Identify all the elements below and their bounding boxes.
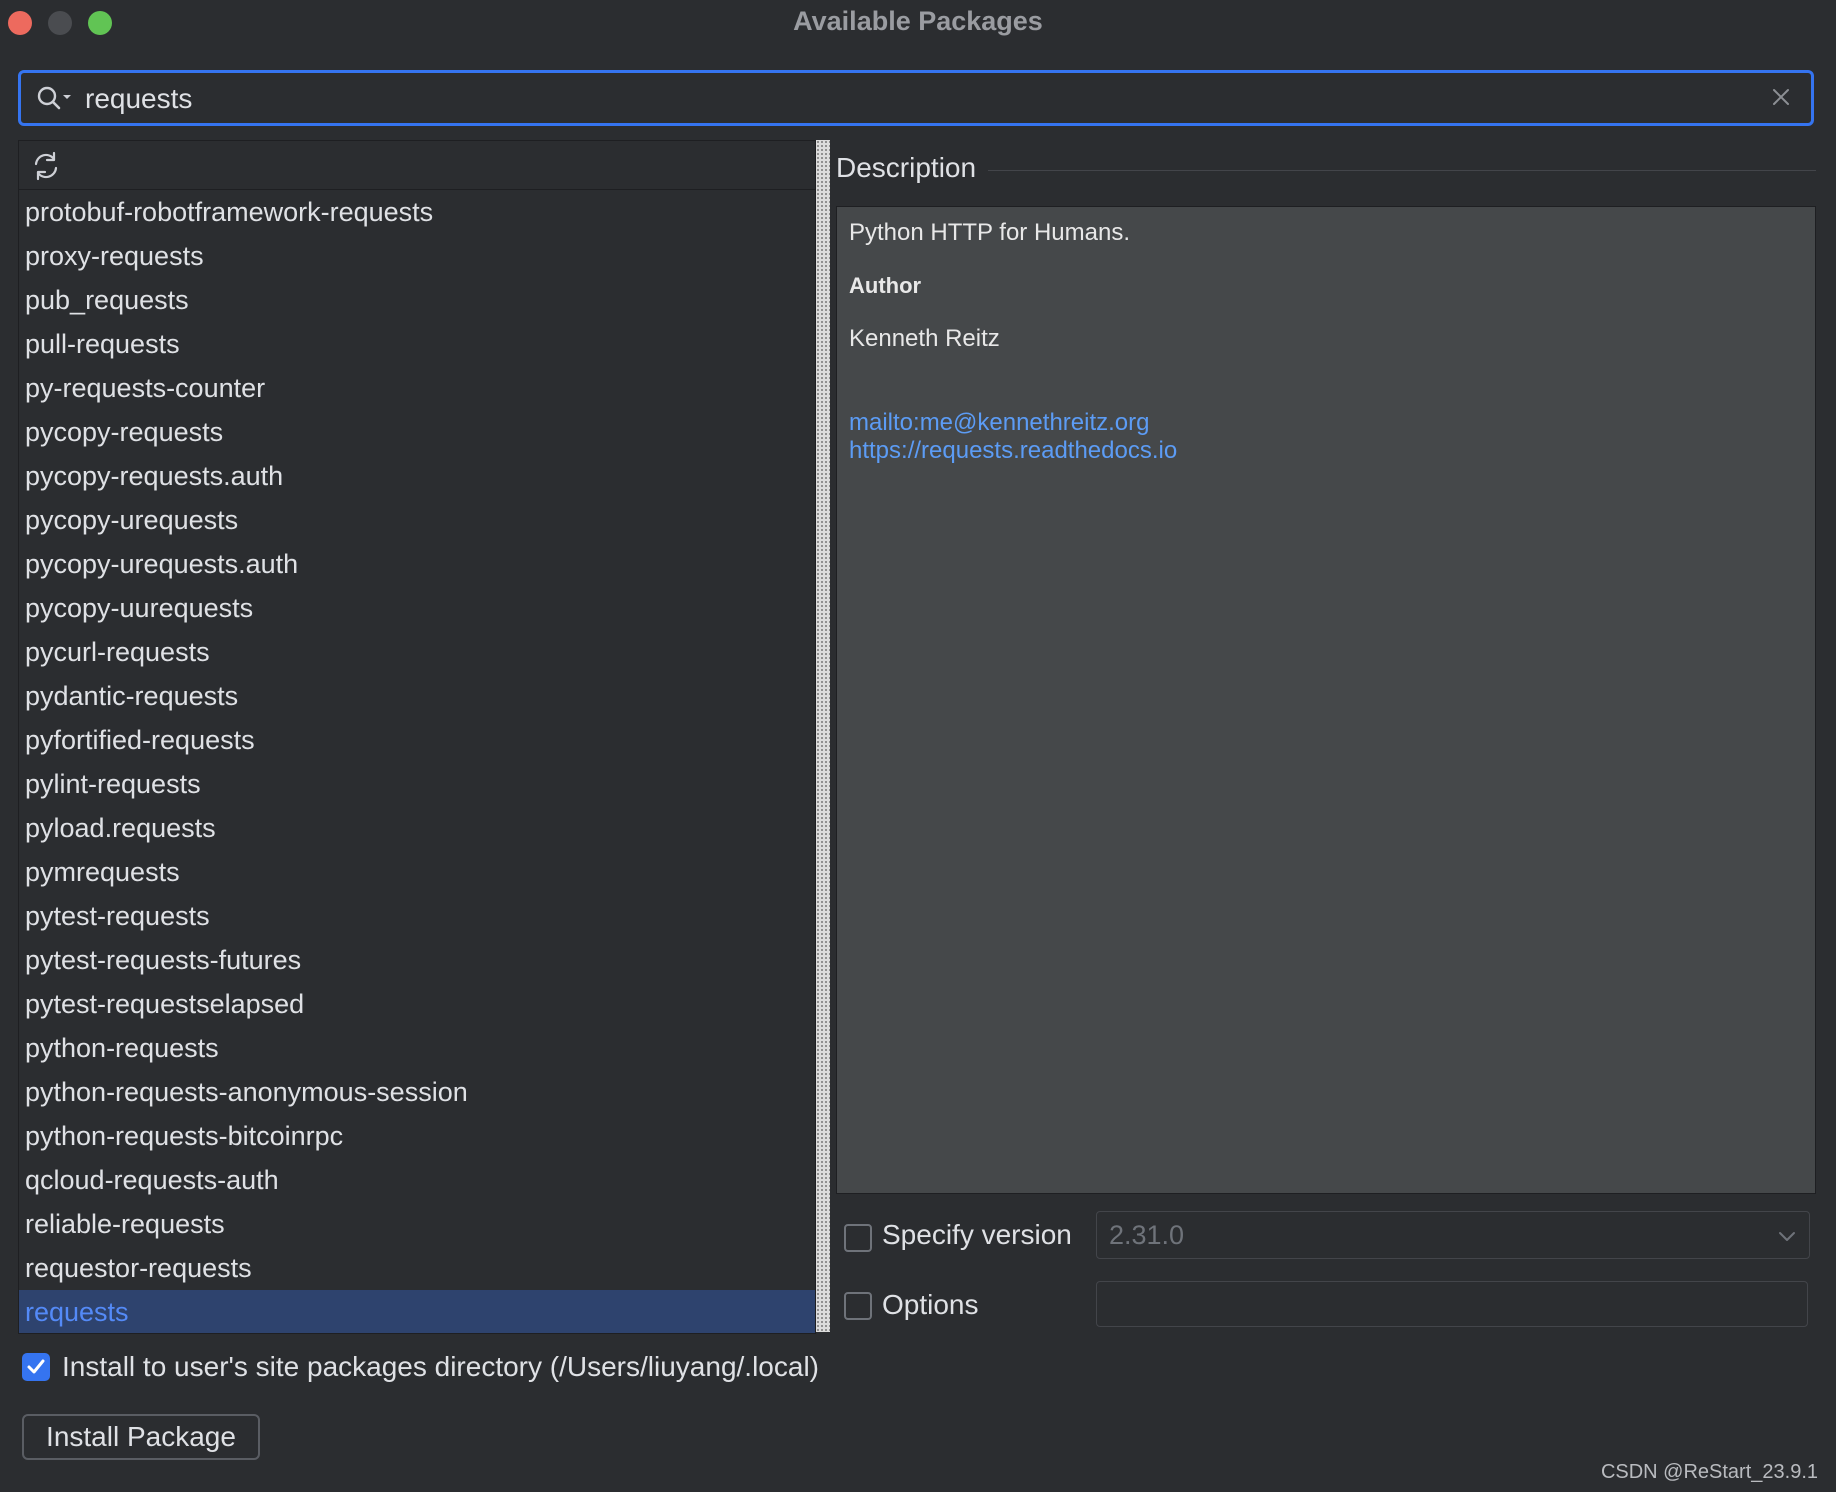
available-packages-dialog: Available Packages requests protobuf-rob… xyxy=(0,0,1836,1492)
search-field[interactable] xyxy=(18,70,1814,126)
site-packages-label: Install to user's site packages director… xyxy=(62,1351,819,1382)
description-panel: Python HTTP for Humans. Author Kenneth R… xyxy=(836,206,1816,1194)
site-packages-checkbox[interactable] xyxy=(22,1353,50,1381)
package-list-item[interactable]: pytest-requests-futures xyxy=(19,938,815,982)
author-email-link[interactable]: mailto:me@kennethreitz.org xyxy=(849,409,1150,437)
window-title: Available Packages xyxy=(793,6,1043,36)
search-input[interactable] xyxy=(83,78,1737,120)
package-list-item[interactable]: pytest-requests xyxy=(19,894,815,938)
package-list-item[interactable]: requests xyxy=(19,1290,815,1333)
package-list-item[interactable]: pub_requests xyxy=(19,278,815,322)
package-list-item[interactable]: reliable-requests xyxy=(19,1202,815,1246)
panel-splitter[interactable] xyxy=(816,140,830,1332)
package-list-item[interactable]: pycopy-requests.auth xyxy=(19,454,815,498)
checkmark-icon xyxy=(27,1359,45,1374)
clear-search-icon[interactable] xyxy=(1769,85,1793,109)
package-list-item[interactable]: pylint-requests xyxy=(19,762,815,806)
title-bar: Available Packages xyxy=(0,0,1836,44)
package-list-item[interactable]: python-requests-anonymous-session xyxy=(19,1070,815,1114)
package-list-item[interactable]: pytest-requestselapsed xyxy=(19,982,815,1026)
package-list-toolbar xyxy=(19,141,815,190)
package-list-item[interactable]: pyfortified-requests xyxy=(19,718,815,762)
search-icon[interactable] xyxy=(35,83,75,113)
options-label: Options xyxy=(882,1289,979,1320)
author-label: Author xyxy=(849,273,922,298)
install-package-button[interactable]: Install Package xyxy=(22,1414,260,1460)
package-list-item[interactable]: pull-requests xyxy=(19,322,815,366)
chevron-down-icon xyxy=(1777,1226,1797,1246)
description-separator xyxy=(988,170,1816,171)
package-list-item[interactable]: py-requests-counter xyxy=(19,366,815,410)
author-name: Kenneth Reitz xyxy=(849,325,1000,352)
options-input[interactable] xyxy=(1096,1281,1808,1327)
package-list-item[interactable]: pycopy-urequests.auth xyxy=(19,542,815,586)
package-list[interactable]: protobuf-robotframework-requests proxy-re… xyxy=(19,190,815,1333)
description-header: Description xyxy=(836,150,1816,190)
package-list-item[interactable]: python-requests-bitcoinrpc xyxy=(19,1114,815,1158)
specify-version-checkbox[interactable] xyxy=(844,1224,872,1252)
package-list-item[interactable]: pycopy-urequests xyxy=(19,498,815,542)
package-summary: Python HTTP for Humans. xyxy=(849,219,1130,246)
package-list-item[interactable]: pyload.requests xyxy=(19,806,815,850)
description-heading: Description xyxy=(836,152,977,183)
watermark: CSDN @ReStart_23.9.1 xyxy=(1600,1461,1818,1483)
package-list-item[interactable]: pycurl-requests xyxy=(19,630,815,674)
package-list-item[interactable]: qcloud-requests-auth xyxy=(19,1158,815,1202)
version-value: 2.31.0 xyxy=(1109,1220,1185,1250)
package-list-item[interactable]: pydantic-requests xyxy=(19,674,815,718)
package-list-item[interactable]: proxy-requests xyxy=(19,234,815,278)
package-list-item[interactable]: pycopy-requests xyxy=(19,410,815,454)
package-list-item[interactable]: python-requests xyxy=(19,1026,815,1070)
package-list-item[interactable]: requestor-requests xyxy=(19,1246,815,1290)
refresh-icon[interactable] xyxy=(29,149,63,183)
specify-version-label: Specify version xyxy=(882,1219,1072,1250)
package-list-item[interactable]: pymrequests xyxy=(19,850,815,894)
version-select[interactable]: 2.31.0 xyxy=(1096,1211,1810,1259)
package-list-panel: protobuf-robotframework-requests proxy-re… xyxy=(18,140,816,1334)
homepage-link[interactable]: https://requests.readthedocs.io xyxy=(849,437,1177,465)
package-list-item[interactable]: pycopy-uurequests xyxy=(19,586,815,630)
options-checkbox[interactable] xyxy=(844,1292,872,1320)
package-list-item[interactable]: protobuf-robotframework-requests xyxy=(19,190,815,234)
